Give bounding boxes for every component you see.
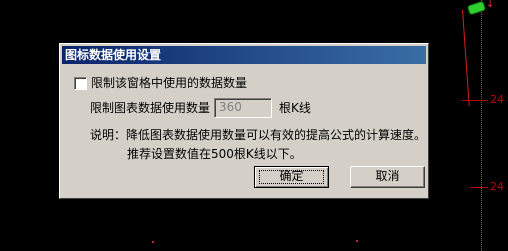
cancel-button-label: 取消 [375, 169, 400, 183]
signal-marker-icon [466, 0, 487, 16]
note-line-1: 说明：降低图表数据使用数量可以有效的提高公式的计算速度。 [90, 128, 427, 142]
cancel-button[interactable]: 取消 [350, 166, 425, 188]
limit-unit-label: 根K线 [279, 101, 311, 115]
limit-data-checkbox-label[interactable]: 限制该窗格中使用的数据数量 [91, 76, 247, 90]
dialog-titlebar[interactable]: 图标数据使用设置 [62, 46, 426, 64]
data-usage-settings-dialog: 图标数据使用设置 限制该窗格中使用的数据数量 限制图表数据使用数量 360 根K… [59, 43, 429, 199]
limit-count-label: 限制图表数据使用数量 [90, 101, 211, 115]
note-line-2: 推荐设置数值在500根K线以下。 [127, 147, 302, 161]
price-tick [462, 100, 488, 101]
ok-button[interactable]: 确定 [254, 166, 329, 188]
price-axis-label: 24 [490, 93, 504, 106]
price-tick [470, 187, 488, 188]
chart-dot [152, 241, 154, 243]
chart-dot [356, 240, 358, 242]
arrow-down-icon: ↓ [486, 0, 495, 10]
chart-drawing-line [462, 9, 470, 106]
cursor-vertical-line [481, 0, 482, 251]
focus-rectangle [259, 170, 324, 184]
dialog-title: 图标数据使用设置 [65, 48, 162, 62]
chart-window: ↓ 24 24 图标数据使用设置 限制该窗格中使用的数据数量 限制图表数据使用数… [0, 0, 508, 251]
price-axis-label: 24 [490, 180, 504, 193]
limit-count-input[interactable]: 360 [214, 98, 272, 118]
limit-data-checkbox[interactable] [74, 77, 87, 90]
